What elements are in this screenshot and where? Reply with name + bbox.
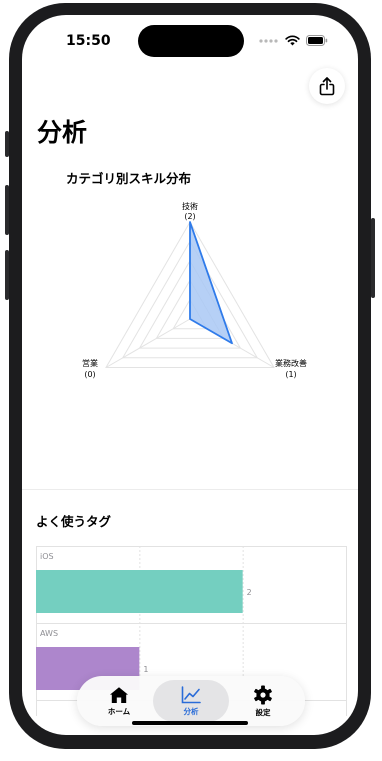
- tab-home-label: ホーム: [107, 706, 131, 716]
- power-button: [371, 218, 375, 298]
- battery-icon: [306, 35, 328, 46]
- share-icon: [319, 76, 335, 95]
- app-screen: 15:50 分析 カテゴリ別スキル分布 技術 (2) 業務改善 (1) 営業 (…: [22, 15, 358, 735]
- axis-label-business: 業務改善: [275, 358, 307, 368]
- bar-value-label: 1: [143, 665, 148, 674]
- volume-up-button: [5, 185, 9, 235]
- radar-spoke: [105, 318, 191, 368]
- status-icons: [259, 35, 328, 46]
- signal-icon: [259, 38, 278, 43]
- tab-bar: ホーム 分析 設定: [77, 676, 305, 726]
- axis-count-business: (1): [285, 370, 296, 379]
- tab-home[interactable]: ホーム: [81, 680, 157, 722]
- bar-category-label: iOS: [40, 552, 54, 561]
- chart-line-icon: [181, 685, 201, 703]
- tab-settings-label: 設定: [255, 707, 271, 717]
- axis-label-sales: 営業: [82, 358, 98, 368]
- tab-analysis-label: 分析: [183, 706, 199, 716]
- gear-icon: [254, 685, 272, 704]
- skill-chart-title: カテゴリ別スキル分布: [66, 171, 192, 186]
- page-title: 分析: [37, 118, 88, 147]
- share-button[interactable]: [309, 68, 345, 104]
- tab-analysis[interactable]: 分析: [153, 680, 229, 722]
- wifi-icon: [285, 35, 300, 46]
- skill-radar-chart: 技術 (2) 業務改善 (1) 営業 (0): [82, 201, 307, 379]
- status-time: 15:50: [66, 33, 111, 49]
- house-icon: [110, 686, 128, 703]
- bar-category-label: AWS: [40, 629, 58, 638]
- bar-value-label: 2: [247, 588, 252, 597]
- action-button: [5, 131, 9, 157]
- axis-count-tech: (2): [184, 212, 195, 221]
- bar-mark: [36, 570, 243, 613]
- tab-settings[interactable]: 設定: [225, 680, 301, 722]
- tags-section-title: よく使うタグ: [36, 514, 112, 529]
- axis-count-sales: (0): [84, 370, 95, 379]
- radar-series-area: [189, 221, 233, 345]
- home-indicator: [132, 721, 248, 725]
- section-divider: [22, 489, 358, 490]
- axis-label-tech: 技術: [182, 201, 198, 211]
- dynamic-island: [138, 25, 244, 57]
- volume-down-button: [5, 250, 9, 300]
